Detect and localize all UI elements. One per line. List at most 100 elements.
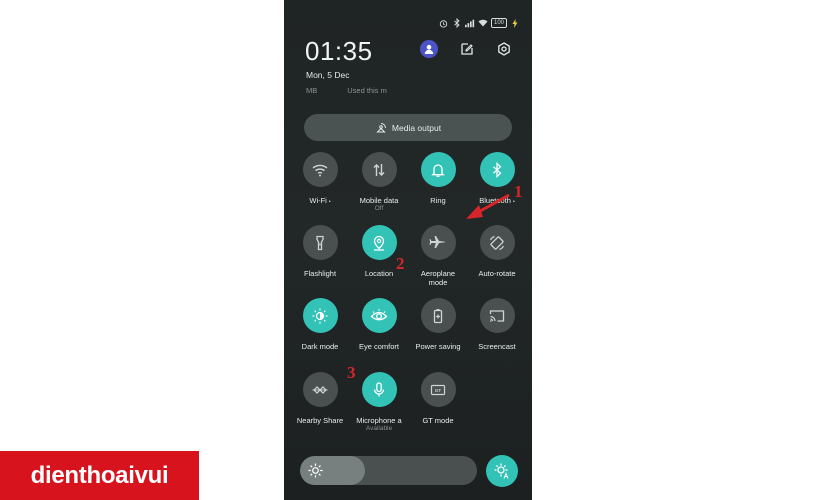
brand-logo-text: dienthoaivui (30, 461, 169, 489)
person-icon (424, 44, 434, 54)
tile-label: Ring (430, 196, 445, 205)
tile-toggle[interactable] (420, 152, 456, 187)
tile-power-saving[interactable]: Power saving (407, 298, 469, 362)
status-bar: 100 (439, 16, 520, 30)
airplane-icon (429, 235, 445, 248)
flashlight-icon (316, 235, 324, 250)
bluetooth-status-icon (452, 18, 462, 28)
battery-level: 100 (490, 18, 507, 28)
tile-aeroplane[interactable]: Aeroplane mode (407, 225, 469, 289)
tile-dark-mode[interactable]: Dark mode (289, 298, 351, 362)
tile-label: Location (365, 269, 393, 278)
data-usage-period: Used this m (347, 86, 387, 95)
tile-wi-fi[interactable]: Wi-Fi • (289, 152, 351, 216)
wifi-status-icon (478, 18, 488, 28)
svg-text:GT: GT (435, 388, 442, 393)
mobile-data-icon (373, 163, 385, 176)
tile-status: Off (374, 205, 384, 212)
tile-label: Dark mode (302, 342, 339, 351)
tile-label-text: Wi-Fi (309, 196, 327, 205)
tile-label: Power saving (415, 342, 460, 351)
tile-microphone-a[interactable]: Microphone a Available (348, 372, 410, 436)
tile-expand-caret[interactable]: • (329, 199, 331, 205)
tile-label-text: Bluetooth (479, 196, 511, 205)
auto-rotate-icon (489, 235, 505, 250)
tile-toggle[interactable] (302, 372, 338, 407)
gear-icon (498, 42, 510, 56)
tile-label-text: Nearby Share (296, 416, 344, 425)
tile-label-text: Flashlight (303, 269, 337, 278)
date-label: Mon, 5 Dec (306, 70, 350, 80)
tile-label-line2: mode (428, 278, 448, 287)
bell-icon (431, 163, 445, 177)
annotation-marker-1: 1 (514, 182, 523, 201)
tile-toggle[interactable] (302, 298, 338, 333)
dark-mode-icon (312, 308, 328, 323)
tile-label: Mobile data (360, 196, 399, 205)
brand-logo: dienthoaivui (0, 451, 199, 500)
tile-status: Available (365, 425, 393, 432)
tile-label: Screencast (478, 342, 516, 351)
tile-screencast[interactable]: Screencast (466, 298, 528, 362)
auto-brightness-icon (494, 463, 509, 479)
location-icon (373, 235, 385, 251)
charging-icon (510, 18, 520, 28)
tile-toggle[interactable] (302, 152, 338, 187)
tile-nearby-share[interactable]: Nearby Share (289, 372, 351, 436)
tile-toggle[interactable] (361, 225, 397, 260)
data-usage-amount: MB (306, 86, 318, 95)
tile-toggle[interactable] (479, 225, 515, 260)
quick-settings-panel: 100 01:35 Mon, 5 Dec MB Used this m Medi… (284, 0, 532, 500)
data-usage[interactable]: MB Used this m (306, 86, 387, 95)
annotation-marker-2: 2 (396, 254, 405, 273)
nearby-share-icon (312, 385, 328, 394)
media-output-button[interactable]: Media output (304, 114, 512, 141)
tile-label: Nearby Share (297, 416, 343, 425)
account-avatar-button[interactable] (420, 40, 438, 58)
tile-gt-mode[interactable]: GT GT mode (407, 372, 469, 436)
tile-auto-rotate[interactable]: Auto-rotate (466, 225, 528, 289)
annotation-marker-3: 3 (347, 363, 356, 382)
tile-label-text: Eye comfort (358, 342, 399, 351)
tile-label-text: Auto-rotate (478, 269, 516, 278)
screencast-icon (489, 309, 505, 322)
tile-label-text: Dark mode (301, 342, 339, 351)
tile-eye-comfort[interactable]: Eye comfort (348, 298, 410, 362)
tile-toggle[interactable] (361, 372, 397, 407)
microphone-icon (373, 381, 385, 396)
tile-toggle[interactable] (479, 152, 515, 187)
edit-button[interactable] (458, 40, 476, 58)
tile-label-text: Mobile data (359, 196, 399, 205)
brightness-icon (308, 463, 323, 478)
settings-button[interactable] (495, 40, 513, 58)
eye-icon (370, 308, 388, 320)
tile-label: Eye comfort (359, 342, 399, 351)
tile-mobile-data[interactable]: Mobile data Off (348, 152, 410, 216)
tile-toggle[interactable]: GT (420, 372, 456, 407)
tile-toggle[interactable] (302, 225, 338, 260)
signal-icon (464, 18, 475, 28)
tile-label: Wi-Fi • (309, 196, 330, 207)
tile-label-text: Aeroplane (420, 269, 456, 278)
bluetooth-icon (493, 161, 502, 178)
auto-brightness-button[interactable] (486, 455, 518, 487)
tile-toggle[interactable] (420, 225, 456, 260)
tile-label-text: Ring (430, 196, 446, 205)
gt-mode-icon: GT (430, 384, 446, 395)
tile-label: Microphone a (356, 416, 401, 425)
media-output-label: Media output (391, 122, 442, 133)
media-output-icon (376, 123, 386, 133)
tile-toggle[interactable] (361, 298, 397, 333)
tile-toggle[interactable] (420, 298, 456, 333)
wifi-icon (312, 164, 328, 176)
alarm-icon (439, 18, 449, 28)
tile-flashlight[interactable]: Flashlight (289, 225, 351, 289)
tile-ring[interactable]: Ring (407, 152, 469, 216)
tile-toggle[interactable] (479, 298, 515, 333)
brightness-slider[interactable] (300, 456, 477, 485)
tile-label-text: GT mode (422, 416, 454, 425)
tile-label: GT mode (422, 416, 453, 425)
tile-toggle[interactable] (361, 152, 397, 187)
tile-label-text: Screencast (478, 342, 516, 351)
clock-time: 01:35 (305, 36, 373, 66)
